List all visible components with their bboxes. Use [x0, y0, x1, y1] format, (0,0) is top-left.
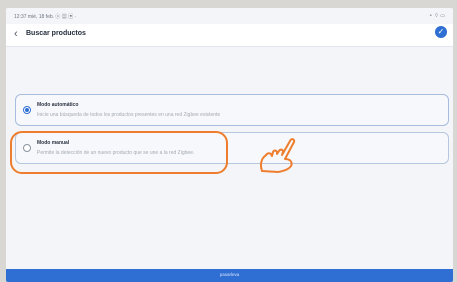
annotation-highlight: [10, 131, 228, 174]
bottom-action-label: pasarleva: [219, 272, 240, 277]
status-bar: 12:37 mié, 18 feb. ⓧ ▦ ▣ · ⚬ ⌔ ▭: [6, 8, 453, 24]
status-icons: ⚬ ⌔ ▭: [428, 13, 445, 19]
status-time: 12:37 mié, 18 feb. ⓧ ▦ ▣ ·: [14, 14, 77, 20]
confirm-button[interactable]: ✓: [435, 26, 447, 38]
page-title: Buscar productos: [26, 30, 86, 37]
option-description: Inicie una búsqueda de todos los product…: [37, 112, 221, 118]
option-title: Modo automático: [37, 102, 79, 108]
hand-pointer-icon: [260, 138, 296, 173]
bottom-action-bar[interactable]: pasarleva: [6, 269, 453, 282]
option-automatic-mode[interactable]: Modo automático Inicie una búsqueda de t…: [15, 94, 449, 126]
device-screen: 12:37 mié, 18 feb. ⓧ ▦ ▣ · ⚬ ⌔ ▭ ‹ Busca…: [6, 8, 453, 282]
chevron-left-icon[interactable]: ‹: [14, 28, 18, 40]
radio-automatic[interactable]: [23, 106, 31, 114]
app-header: ‹ Buscar productos ✓: [6, 24, 453, 47]
